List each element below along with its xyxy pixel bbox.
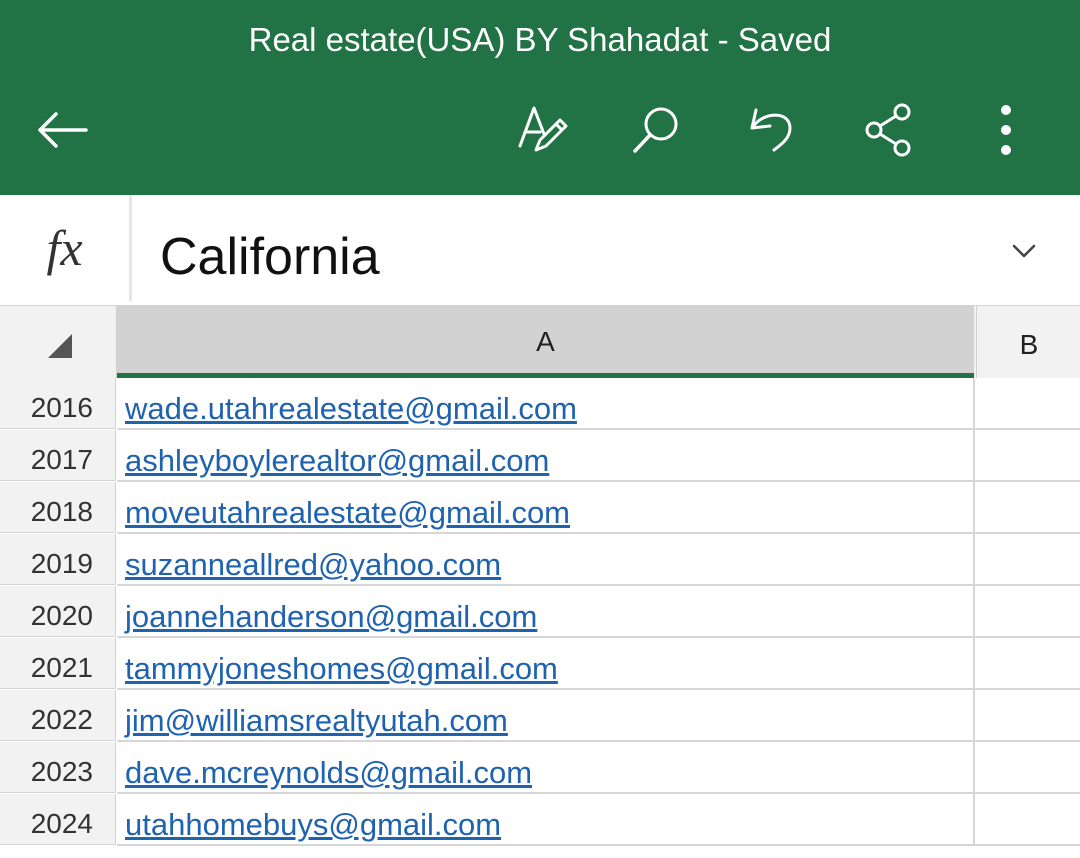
- table-row: 2018 moveutahrealestate@gmail.com: [0, 482, 1080, 534]
- column-header-row: A B: [0, 306, 1080, 378]
- cell-a-link[interactable]: dave.mcreynolds@gmail.com: [117, 742, 975, 794]
- table-row: 2020 joannehanderson@gmail.com: [0, 586, 1080, 638]
- row-header[interactable]: 2016: [0, 378, 116, 429]
- undo-icon: [744, 102, 800, 158]
- cell-a-link[interactable]: joannehanderson@gmail.com: [117, 586, 975, 638]
- cell-a-link[interactable]: moveutahrealestate@gmail.com: [117, 482, 975, 534]
- cell-b[interactable]: [975, 378, 1080, 430]
- table-row: 2016 wade.utahrealestate@gmail.com: [0, 378, 1080, 430]
- more-vertical-icon: [996, 102, 1016, 158]
- row-header[interactable]: 2018: [0, 482, 116, 533]
- cell-b[interactable]: [975, 742, 1080, 794]
- table-row: 2024 utahhomebuys@gmail.com: [0, 794, 1080, 846]
- draw-button[interactable]: [510, 98, 574, 162]
- draw-pen-icon: [514, 102, 570, 158]
- cell-b[interactable]: [975, 586, 1080, 638]
- column-header-a[interactable]: A: [117, 306, 974, 378]
- formula-bar: fx California: [0, 195, 1080, 306]
- chevron-down-icon: [1000, 244, 1048, 284]
- row-header[interactable]: 2020: [0, 586, 116, 637]
- app-header: Real estate(USA) BY Shahadat - Saved: [0, 0, 1080, 195]
- cell-b[interactable]: [975, 534, 1080, 586]
- cell-b[interactable]: [975, 794, 1080, 846]
- expand-formula-button[interactable]: [1000, 224, 1048, 280]
- cell-b[interactable]: [975, 482, 1080, 534]
- fx-label[interactable]: fx: [0, 195, 132, 301]
- row-header[interactable]: 2019: [0, 534, 116, 585]
- undo-button[interactable]: [740, 98, 804, 162]
- cell-b[interactable]: [975, 638, 1080, 690]
- select-all-corner[interactable]: [0, 306, 117, 378]
- cell-a-link[interactable]: utahhomebuys@gmail.com: [117, 794, 975, 846]
- row-header[interactable]: 2017: [0, 430, 116, 481]
- cell-a-link[interactable]: jim@williamsrealtyutah.com: [117, 690, 975, 742]
- cell-b[interactable]: [975, 690, 1080, 742]
- table-row: 2019 suzanneallred@yahoo.com: [0, 534, 1080, 586]
- cell-b[interactable]: [975, 430, 1080, 482]
- row-header[interactable]: 2024: [0, 794, 116, 845]
- cell-a-link[interactable]: wade.utahrealestate@gmail.com: [117, 378, 975, 430]
- table-row: 2017 ashleyboylerealtor@gmail.com: [0, 430, 1080, 482]
- back-arrow-icon: [34, 110, 90, 150]
- cell-a-link[interactable]: suzanneallred@yahoo.com: [117, 534, 975, 586]
- formula-input[interactable]: California: [160, 225, 380, 289]
- column-header-b[interactable]: B: [976, 306, 1080, 378]
- row-header[interactable]: 2022: [0, 690, 116, 741]
- search-icon: [628, 102, 684, 158]
- share-icon: [860, 102, 916, 158]
- table-row: 2023 dave.mcreynolds@gmail.com: [0, 742, 1080, 794]
- more-options-button[interactable]: [974, 98, 1038, 162]
- document-title: Real estate(USA) BY Shahadat - Saved: [248, 21, 832, 58]
- row-header[interactable]: 2021: [0, 638, 116, 689]
- row-header[interactable]: 2023: [0, 742, 116, 793]
- back-button[interactable]: [30, 98, 94, 162]
- search-button[interactable]: [624, 98, 688, 162]
- cell-a-link[interactable]: tammyjoneshomes@gmail.com: [117, 638, 975, 690]
- table-row: 2022 jim@williamsrealtyutah.com: [0, 690, 1080, 742]
- select-all-triangle-icon: [48, 334, 72, 358]
- share-button[interactable]: [856, 98, 920, 162]
- cell-a-link[interactable]: ashleyboylerealtor@gmail.com: [117, 430, 975, 482]
- table-row: 2021 tammyjoneshomes@gmail.com: [0, 638, 1080, 690]
